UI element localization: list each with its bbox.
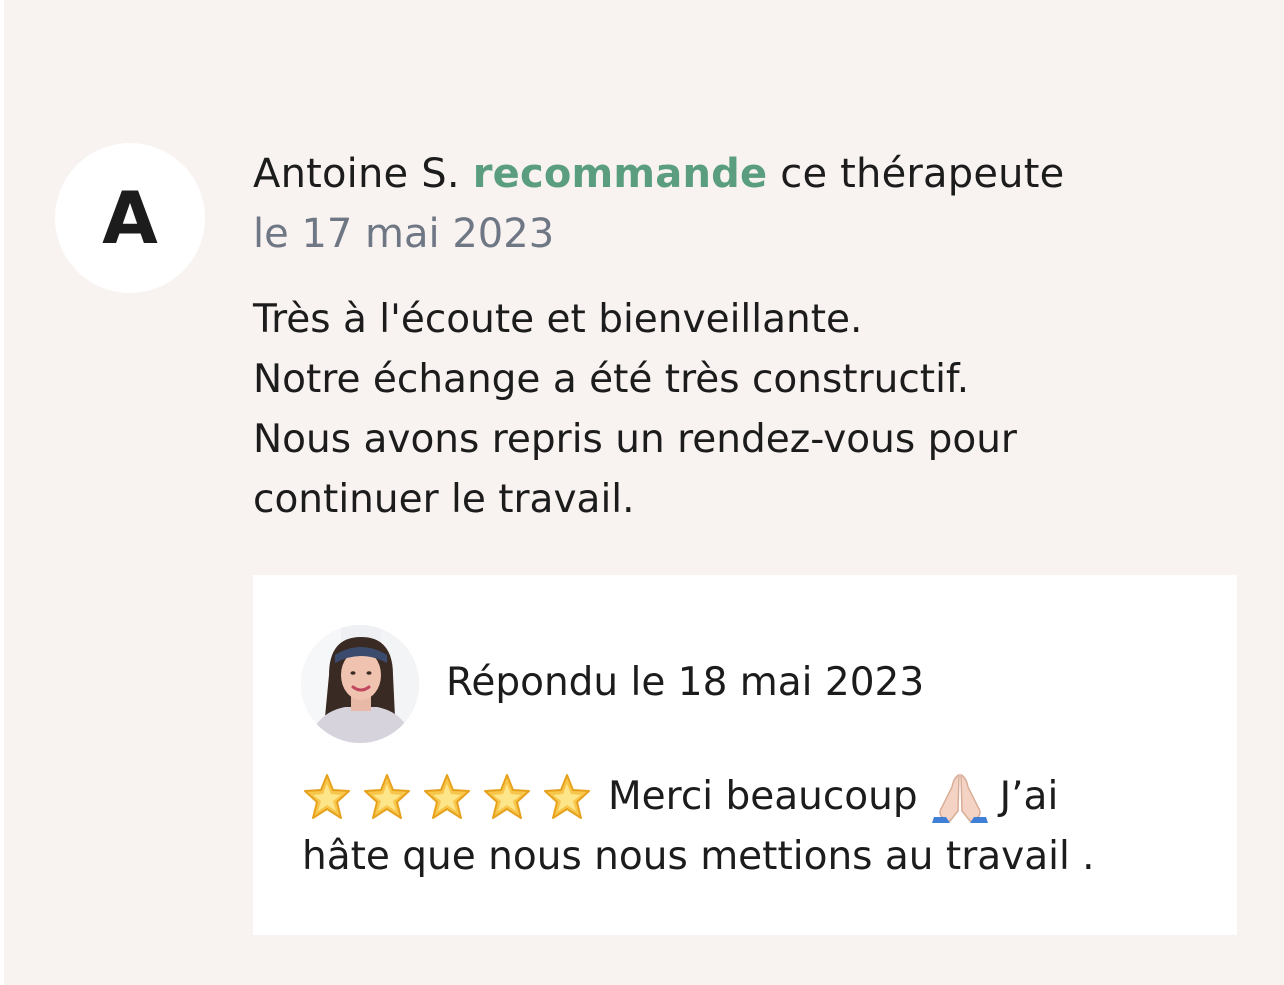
reply-text: Merci beaucoup J’ai hâte que nous nous m… — [302, 767, 1202, 887]
therapist-avatar — [301, 625, 419, 743]
recommend-suffix: ce thérapeute — [780, 151, 1065, 197]
review-date: le 17 mai 2023 — [253, 211, 555, 257]
review-text: Très à l'écoute et bienveillante. Notre … — [253, 290, 1213, 530]
reply-date: Répondu le 18 mai 2023 — [446, 660, 925, 705]
reply-text-part2: J’ai — [999, 774, 1059, 819]
glowing-star-icon — [304, 774, 350, 819]
review-header: Antoine S. recommande ce thérapeute — [253, 148, 1064, 200]
glowing-star-icon — [484, 774, 530, 819]
reviewer-avatar: A — [55, 143, 205, 293]
glowing-star-icon — [424, 774, 470, 819]
therapist-photo — [301, 625, 419, 743]
review-text-line: Très à l'écoute et bienveillante. — [253, 297, 863, 342]
reviewer-initial: A — [102, 176, 158, 260]
glowing-star-icon — [364, 774, 410, 819]
star-rating — [302, 772, 592, 822]
review-text-line: Notre échange a été très constructif. — [253, 357, 970, 402]
reply-text-line2: hâte que nous nous mettions au travail . — [302, 834, 1095, 879]
reviewer-name: Antoine S. — [253, 151, 460, 197]
therapist-reply: Répondu le 18 mai 2023 Merci beaucoup J’… — [253, 575, 1237, 935]
folded-hands-icon — [931, 773, 988, 823]
glowing-star-icon — [544, 774, 590, 819]
reply-text-part1: Merci beaucoup — [608, 774, 918, 819]
review-card: A Antoine S. recommande ce thérapeute le… — [4, 0, 1284, 985]
review-text-line: continuer le travail. — [253, 477, 635, 522]
review-text-line: Nous avons repris un rendez-vous pour — [253, 417, 1017, 462]
recommend-label: recommande — [472, 151, 768, 197]
